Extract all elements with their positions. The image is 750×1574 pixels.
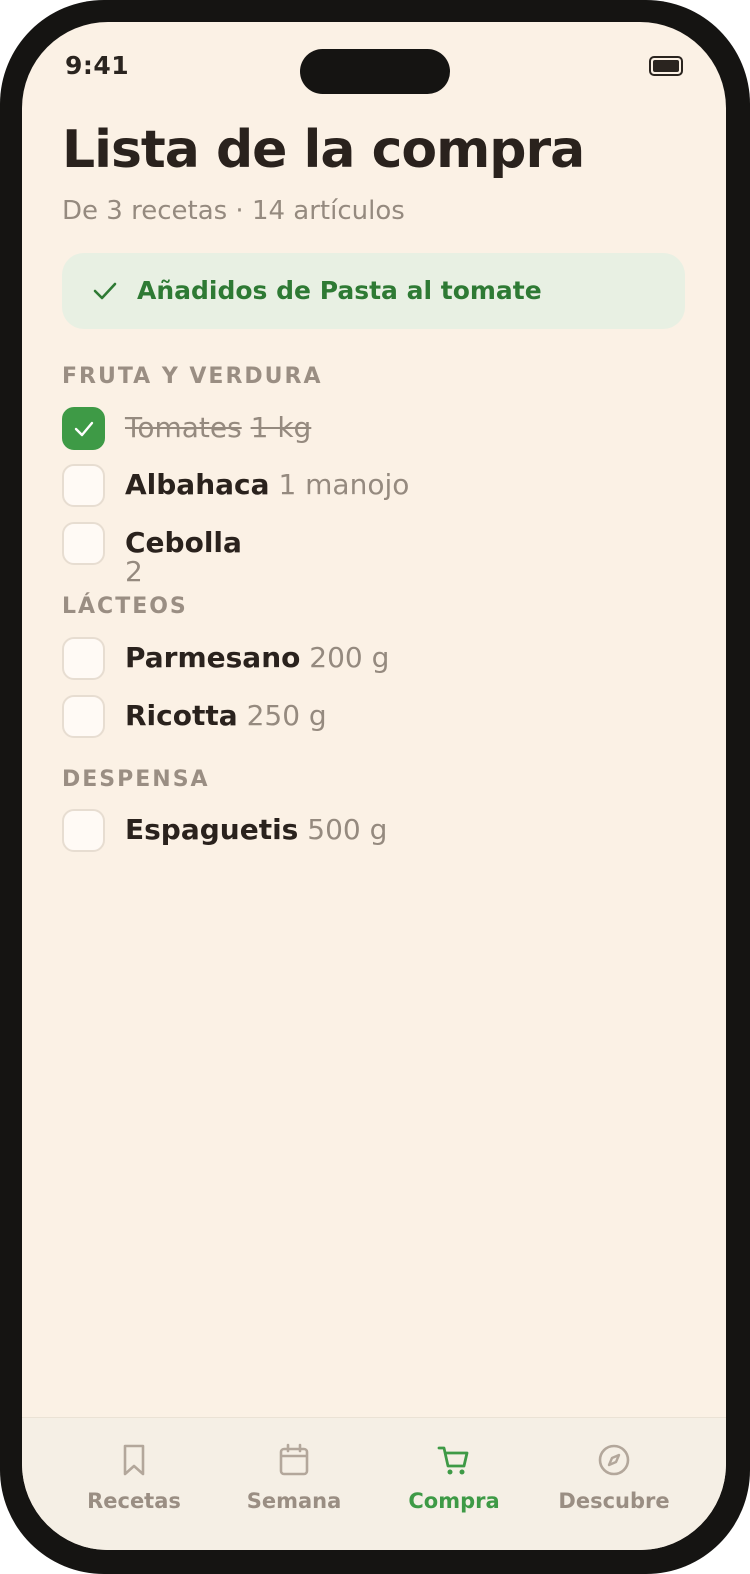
app-screen: 9:41 Lista de la compra De 3 recetas · 1… [22, 22, 726, 1550]
section-title-fruta-verdura: FRUTA Y VERDURA [62, 364, 323, 389]
page-subtitle: De 3 recetas · 14 artículos [62, 196, 405, 226]
item-name: Parmesano [125, 641, 301, 674]
item-qty: 200 g [309, 641, 390, 674]
page-title: Lista de la compra [62, 120, 585, 180]
item-checkbox[interactable] [62, 809, 105, 852]
tab-recetas[interactable]: Recetas [46, 1418, 222, 1550]
compass-icon [598, 1444, 630, 1476]
item-text: Espaguetis 500 g [125, 813, 387, 847]
item-text: Cebolla 2 [125, 526, 242, 588]
tab-semana[interactable]: Semana [206, 1418, 382, 1550]
item-qty: 250 g [246, 699, 327, 732]
item-checkbox[interactable] [62, 407, 105, 450]
item-qty: 500 g [307, 813, 388, 846]
tab-descubre[interactable]: Descubre [526, 1418, 702, 1550]
item-text: Albahaca 1 manojo [125, 468, 409, 502]
check-icon [93, 282, 117, 300]
item-text: Tomates 1 kg [125, 411, 311, 445]
calendar-icon [279, 1443, 309, 1476]
list-item[interactable]: Albahaca 1 manojo [62, 464, 682, 508]
item-name: Albahaca [125, 468, 270, 501]
item-checkbox[interactable] [62, 464, 105, 507]
list-item[interactable]: Ricotta 250 g [62, 695, 682, 739]
dynamic-island [300, 49, 450, 94]
tab-label: Descubre [558, 1489, 670, 1513]
tab-compra[interactable]: Compra [366, 1418, 542, 1550]
list-item[interactable]: Cebolla 2 [62, 522, 682, 586]
list-item[interactable]: Parmesano 200 g [62, 637, 682, 681]
item-qty: 1 kg [250, 411, 312, 444]
added-toast[interactable]: Añadidos de Pasta al tomate [62, 253, 685, 329]
item-name: Espaguetis [125, 813, 299, 846]
item-name: Tomates [125, 411, 242, 444]
tab-label: Compra [408, 1489, 500, 1513]
tab-bar: Recetas Semana Compra Descubre [22, 1417, 726, 1550]
status-time: 9:41 [65, 51, 130, 80]
item-checkbox[interactable] [62, 522, 105, 565]
item-checkbox[interactable] [62, 695, 105, 738]
phone-frame: 9:41 Lista de la compra De 3 recetas · 1… [0, 0, 750, 1574]
list-item[interactable]: Espaguetis 500 g [62, 809, 682, 853]
section-title-lacteos: LÁCTEOS [62, 594, 188, 619]
tab-label: Recetas [87, 1489, 181, 1513]
item-text: Parmesano 200 g [125, 641, 389, 675]
battery-icon [649, 56, 683, 76]
item-qty: 2 [125, 555, 143, 588]
cart-icon [437, 1446, 469, 1475]
toast-message: Añadidos de Pasta al tomate [137, 276, 542, 305]
item-name: Ricotta [125, 699, 238, 732]
item-checkbox[interactable] [62, 637, 105, 680]
item-text: Ricotta 250 g [125, 699, 327, 733]
check-icon [74, 421, 94, 437]
item-qty: 1 manojo [278, 468, 410, 501]
tab-label: Semana [246, 1489, 342, 1513]
list-item[interactable]: Tomates 1 kg [62, 407, 682, 451]
bookmark-icon [123, 1444, 145, 1476]
section-title-despensa: DESPENSA [62, 767, 210, 792]
